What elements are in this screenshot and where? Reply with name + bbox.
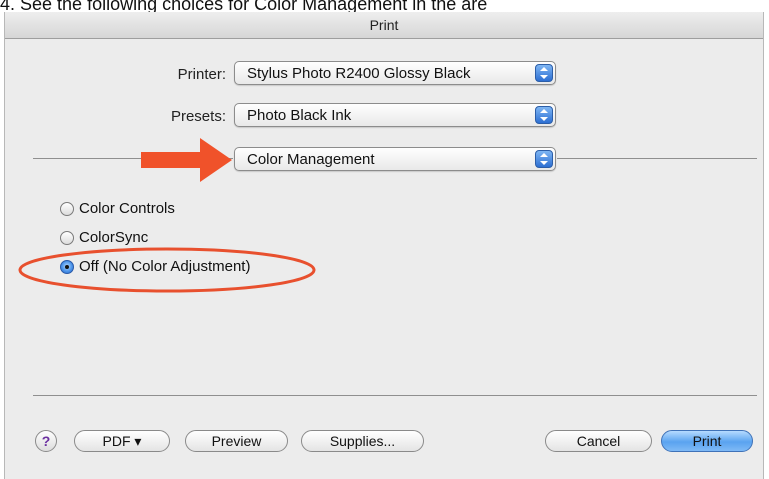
presets-label: Presets: <box>170 108 226 125</box>
updown-arrows-icon <box>535 64 553 82</box>
radio-button[interactable] <box>60 230 74 245</box>
printer-label: Printer: <box>177 66 226 83</box>
radio-colorsync[interactable]: ColorSync <box>60 229 148 246</box>
radio-button-selected[interactable] <box>60 259 74 274</box>
print-dialog: Print Printer: Stylus Photo R2400 Glossy… <box>4 12 764 479</box>
tutorial-caption: 4. See the following choices for Color M… <box>0 0 769 12</box>
presets-popup[interactable]: Photo Black Ink <box>234 103 556 127</box>
window-title: Print <box>369 17 399 33</box>
cancel-button[interactable]: Cancel <box>545 430 652 452</box>
pane-value: Color Management <box>247 151 375 168</box>
print-button-label: Print <box>692 433 722 449</box>
print-button[interactable]: Print <box>661 430 753 452</box>
pane-popup[interactable]: Color Management <box>234 147 556 171</box>
preview-button-label: Preview <box>211 433 262 449</box>
radio-off-no-color-adjustment[interactable]: Off (No Color Adjustment) <box>60 258 250 275</box>
radio-label: ColorSync <box>79 229 149 246</box>
pdf-button[interactable]: PDF ▾ <box>74 430 170 452</box>
window-titlebar: Print <box>5 12 763 39</box>
updown-arrows-icon <box>535 106 553 124</box>
bottom-separator <box>33 395 757 396</box>
supplies-button[interactable]: Supplies... <box>301 430 424 452</box>
pdf-button-label: PDF ▾ <box>102 432 142 449</box>
preview-button[interactable]: Preview <box>185 430 288 452</box>
updown-arrows-icon <box>535 150 553 168</box>
separator-left <box>33 158 233 159</box>
printer-value: Stylus Photo R2400 Glossy Black <box>247 65 471 82</box>
radio-label: Off (No Color Adjustment) <box>79 258 251 275</box>
supplies-button-label: Supplies... <box>329 433 396 449</box>
printer-popup[interactable]: Stylus Photo R2400 Glossy Black <box>234 61 556 85</box>
radio-label: Color Controls <box>79 200 175 217</box>
radio-button[interactable] <box>60 201 74 216</box>
cancel-button-label: Cancel <box>576 433 621 449</box>
radio-color-controls[interactable]: Color Controls <box>60 200 175 217</box>
question-mark-icon: ? <box>41 433 51 449</box>
presets-value: Photo Black Ink <box>247 107 352 124</box>
help-button[interactable]: ? <box>35 430 57 452</box>
separator-right <box>557 158 757 159</box>
